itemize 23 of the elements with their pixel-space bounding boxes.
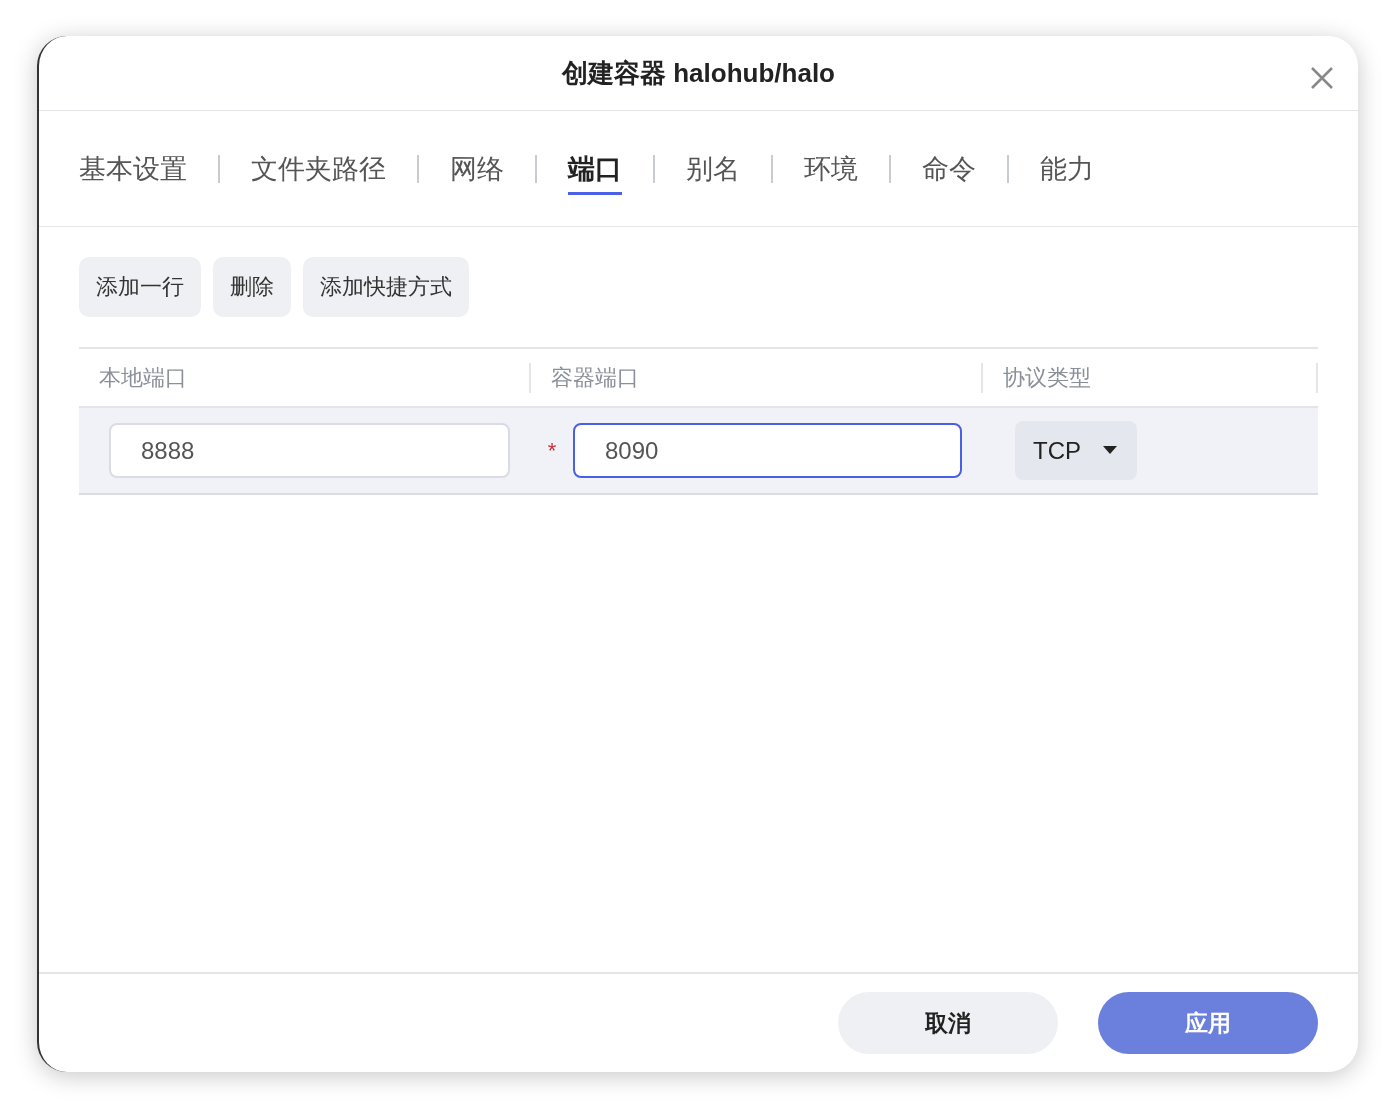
apply-button[interactable]: 应用 [1098, 992, 1318, 1054]
tab[interactable]: 命令 [922, 142, 976, 195]
tab[interactable]: 能力 [1040, 142, 1094, 195]
required-mark: * [546, 437, 558, 464]
dialog-title: 创建容器 halohub/halo [562, 56, 835, 90]
close-icon[interactable] [1310, 66, 1334, 90]
tab[interactable]: 基本设置 [79, 142, 187, 195]
tab[interactable]: 端口 [568, 142, 622, 195]
tab[interactable]: 环境 [804, 142, 858, 195]
column-header: 容器端口 [531, 362, 983, 393]
tab[interactable]: 文件夹路径 [251, 142, 386, 195]
toolbar-button[interactable]: 删除 [213, 257, 291, 317]
toolbar-button[interactable]: 添加快捷方式 [303, 257, 469, 317]
caret-icon [1103, 446, 1117, 455]
port-input[interactable]: 8090 [573, 423, 962, 478]
tab[interactable]: 网络 [450, 142, 504, 195]
toolbar-button[interactable]: 添加一行 [79, 257, 201, 317]
tab[interactable]: 别名 [686, 142, 740, 195]
port-input[interactable]: 8888 [109, 423, 510, 478]
protocol-select[interactable]: TCP [1015, 421, 1137, 480]
column-header: 协议类型 [983, 362, 1318, 393]
column-header: 本地端口 [79, 362, 531, 393]
cancel-button[interactable]: 取消 [838, 992, 1058, 1054]
